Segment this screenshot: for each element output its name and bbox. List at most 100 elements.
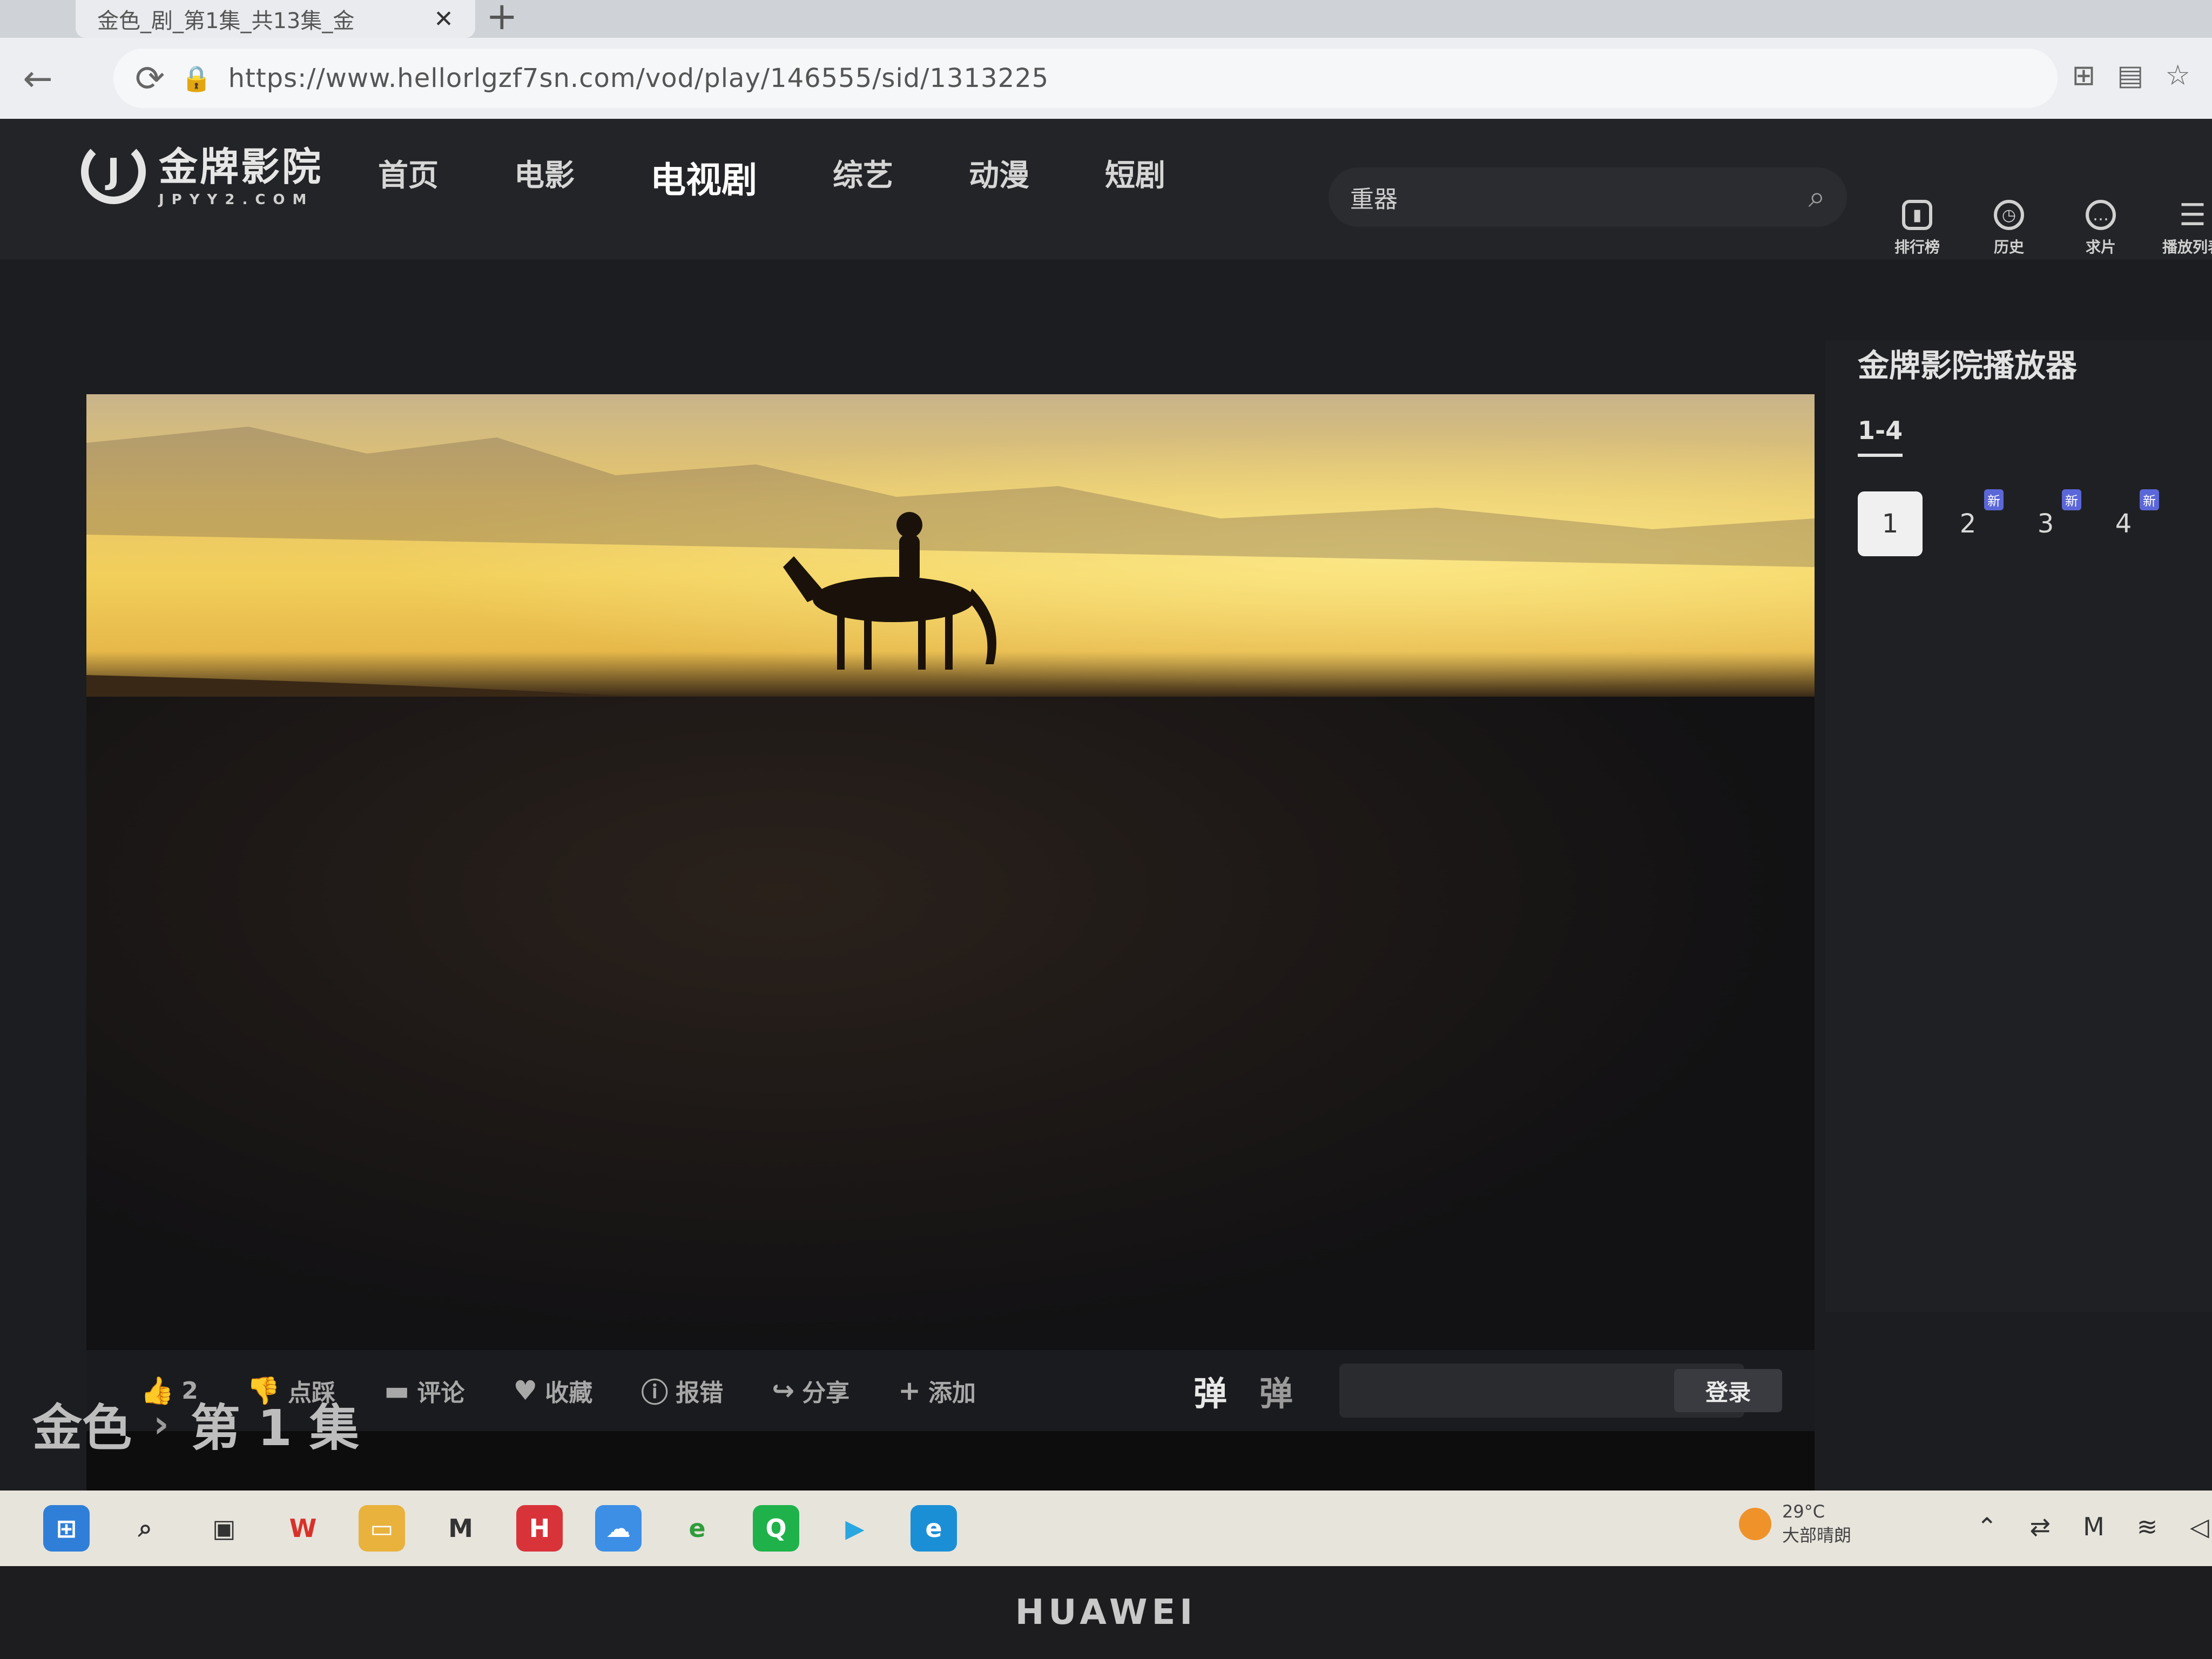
nav-tv-series[interactable]: 电视剧 xyxy=(650,151,757,203)
site-logo[interactable]: J 金牌影院 JPYY2.COM xyxy=(81,135,323,208)
edge-icon[interactable]: e xyxy=(911,1505,957,1552)
nav-short-drama[interactable]: 短剧 xyxy=(1105,151,1165,203)
transfer-icon[interactable]: ⇄ xyxy=(2030,1512,2051,1541)
extensions-icon[interactable]: ⊞ xyxy=(2072,59,2096,92)
site-header: J 金牌影院 JPYY2.COM 首页 电影 电视剧 综艺 动漫 短剧 ⌕ ▮ … xyxy=(0,119,2212,259)
huawei-manager-icon[interactable]: M xyxy=(2083,1512,2105,1541)
browser-tab[interactable]: 金色_剧_第1集_共13集_金 ✕ xyxy=(76,0,475,38)
wifi-icon[interactable]: ≋ xyxy=(2137,1512,2158,1541)
cloud-icon[interactable]: ☁ xyxy=(595,1505,642,1552)
danmu-controls: 弹 弹 xyxy=(1193,1366,1293,1415)
comment-button[interactable]: ▬ 评论 xyxy=(384,1373,464,1408)
tab-title: 金色_剧_第1集_共13集_金 xyxy=(97,9,355,33)
nav-variety[interactable]: 综艺 xyxy=(833,151,893,203)
danmu-input[interactable] xyxy=(1350,1378,1706,1403)
breadcrumb: 金色 › 第 1 集 xyxy=(32,1388,359,1460)
iqiyi-icon[interactable]: Q xyxy=(753,1505,799,1552)
request-button[interactable]: … 求片 xyxy=(2074,200,2128,257)
player-source-title: 金牌影院播放器 xyxy=(1858,347,2078,384)
episode-1[interactable]: 1 xyxy=(1858,491,1923,556)
sun-icon xyxy=(1739,1508,1771,1540)
danmu-settings-button[interactable]: 弹 xyxy=(1259,1366,1293,1415)
add-button[interactable]: + 添加 xyxy=(898,1373,976,1408)
weather-widget[interactable]: 29°C 大部晴朗 xyxy=(1739,1501,1851,1547)
logo-mark-icon: J xyxy=(81,139,146,204)
comment-icon: ▬ xyxy=(384,1375,410,1406)
huawei-icon[interactable]: M xyxy=(437,1505,484,1552)
ranking-label: 排行榜 xyxy=(1894,238,1940,256)
history-label: 历史 xyxy=(1993,238,2024,256)
chat-icon: … xyxy=(2086,200,2116,230)
lock-icon: 🔒 xyxy=(181,63,212,93)
episode-panel: 金牌影院播放器 1-4 1 2 新 3 新 4 新 xyxy=(1825,340,2212,1312)
header-icons: ▮ 排行榜 ◷ 历史 … 求片 ☰ 播放列表 xyxy=(1890,197,2212,257)
video-scene xyxy=(86,427,1815,697)
video-lower-area[interactable] xyxy=(86,697,1815,1350)
login-button[interactable]: 登录 xyxy=(1674,1369,1782,1412)
episode-list: 1 2 新 3 新 4 新 xyxy=(1858,489,2159,556)
search-input[interactable] xyxy=(1350,183,1809,211)
file-explorer-icon[interactable]: ▭ xyxy=(359,1505,405,1552)
clock-icon: ◷ xyxy=(1994,200,2024,230)
main-nav: 首页 电影 电视剧 综艺 动漫 短剧 xyxy=(378,151,1165,203)
nav-home[interactable]: 首页 xyxy=(378,151,439,203)
playlist-button[interactable]: ☰ 播放列表 xyxy=(2162,197,2212,257)
breadcrumb-show[interactable]: 金色 xyxy=(32,1388,132,1460)
new-badge: 新 xyxy=(2062,489,2081,510)
breadcrumb-episode: 第 1 集 xyxy=(190,1399,359,1457)
windows-start-icon[interactable]: ⊞ xyxy=(43,1505,90,1552)
brand-logo: HUAWEI xyxy=(1015,1593,1197,1633)
share-icon: ↪ xyxy=(772,1375,795,1406)
logo-name: 金牌影院 xyxy=(159,144,323,190)
share-button[interactable]: ↪ 分享 xyxy=(772,1373,849,1408)
danmu-toggle-button[interactable]: 弹 xyxy=(1193,1366,1227,1415)
ie-icon[interactable]: e xyxy=(674,1505,720,1552)
reload-icon[interactable]: ⟳ xyxy=(135,58,165,99)
playlist-icon: ☰ xyxy=(2179,197,2207,233)
history-button[interactable]: ◷ 历史 xyxy=(1982,200,2036,257)
appgallery-icon[interactable]: H xyxy=(516,1505,563,1552)
mountain-ridge xyxy=(86,427,1815,567)
laptop-bezel: HUAWEI xyxy=(0,1566,2212,1659)
nav-movies[interactable]: 电影 xyxy=(514,151,575,203)
plus-icon: + xyxy=(898,1375,921,1406)
chevron-up-icon[interactable]: ⌃ xyxy=(1977,1512,1998,1541)
volume-icon[interactable]: ◁ xyxy=(2190,1512,2209,1541)
windows-taskbar: ⊞ ⌕ ▣ W ▭ M H ☁ e Q ▶ e 29°C 大部晴朗 ⌃ ⇄ M … xyxy=(0,1491,2212,1566)
report-button[interactable]: ⓘ 报错 xyxy=(641,1371,723,1410)
favorite-star-icon[interactable]: ☆ xyxy=(2165,59,2190,92)
search-icon[interactable]: ⌕ xyxy=(122,1505,168,1552)
video-frame[interactable] xyxy=(86,394,1815,697)
close-tab-icon[interactable]: ✕ xyxy=(434,5,454,33)
task-view-icon[interactable]: ▣ xyxy=(201,1505,247,1552)
address-bar[interactable]: ⟳ 🔒 https://www.hellorlgzf7sn.com/vod/pl… xyxy=(113,49,2058,108)
alert-icon: ⓘ xyxy=(641,1377,669,1408)
playlist-label: 播放列表 xyxy=(2162,238,2212,256)
episode-4[interactable]: 4 新 xyxy=(2091,489,2159,556)
new-badge: 新 xyxy=(2140,489,2159,510)
search-icon[interactable]: ⌕ xyxy=(1809,179,1825,215)
request-label: 求片 xyxy=(2085,238,2116,256)
logo-domain: JPYY2.COM xyxy=(159,192,314,208)
tencent-video-icon[interactable]: ▶ xyxy=(832,1505,878,1552)
new-tab-icon[interactable]: + xyxy=(486,0,518,35)
browser-tab-strip: 金色_剧_第1集_共13集_金 ✕ + xyxy=(0,0,2212,38)
wps-icon[interactable]: W xyxy=(280,1505,326,1552)
chart-icon: ▮ xyxy=(1902,200,1932,230)
nav-anime[interactable]: 动漫 xyxy=(969,151,1029,203)
browser-toolbar: ⊞ ▤ ☆ xyxy=(2072,59,2190,92)
episode-2[interactable]: 2 新 xyxy=(1936,489,2004,556)
episode-3[interactable]: 3 新 xyxy=(2013,489,2081,556)
temperature: 29°C xyxy=(1782,1501,1825,1522)
episode-range-tab[interactable]: 1-4 xyxy=(1858,416,1903,457)
chevron-right-icon: › xyxy=(153,1401,169,1446)
taskbar-apps: ⊞ ⌕ ▣ W ▭ M H ☁ e Q ▶ e xyxy=(43,1505,957,1552)
search-box: ⌕ xyxy=(1328,167,1847,227)
heart-icon: ♥ xyxy=(513,1375,538,1406)
reading-view-icon[interactable]: ▤ xyxy=(2117,59,2143,92)
address-bar-row: ← ⟳ 🔒 https://www.hellorlgzf7sn.com/vod/… xyxy=(0,38,2212,119)
ranking-button[interactable]: ▮ 排行榜 xyxy=(1890,200,1944,257)
favorite-button[interactable]: ♥ 收藏 xyxy=(513,1373,592,1408)
back-icon[interactable]: ← xyxy=(5,58,70,99)
video-player[interactable]: 👍2 👎点踩 ▬评论 ♥收藏 ⓘ报错 ↪分享 +添加 弹 弹 ◐ 登录 xyxy=(86,394,1815,1491)
